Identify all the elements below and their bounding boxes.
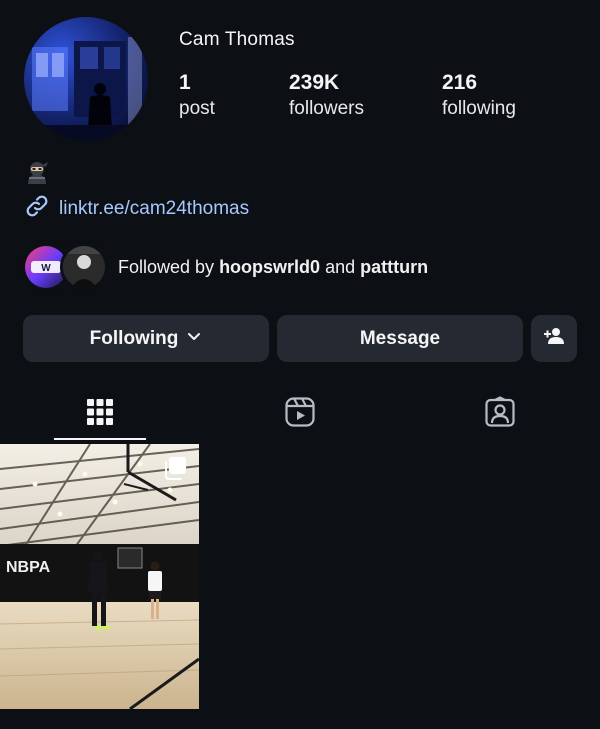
message-button-label: Message [359, 327, 441, 349]
followed-by-user-2[interactable]: pattturn [360, 257, 428, 277]
add-user-icon [542, 324, 566, 354]
post-tile[interactable]: NBPA [0, 444, 199, 709]
followed-by-text: Followed by hoopswrld0 and pattturn [118, 257, 428, 278]
mutual-avatar-pattturn [60, 243, 108, 291]
grid-icon [86, 398, 114, 431]
profile-avatar[interactable] [24, 17, 148, 141]
followers-count[interactable]: 239K followers [289, 70, 364, 122]
ninja-icon [24, 160, 50, 186]
profile-link[interactable]: linktr.ee/cam24thomas [24, 193, 249, 224]
followed-by-prefix: Followed by [118, 256, 215, 277]
suggested-users-button[interactable] [531, 315, 577, 362]
mutual-avatars: W [22, 243, 108, 291]
followed-by-user-1[interactable]: hoopswrld0 [219, 257, 320, 277]
profile-username: Cam Thomas [179, 29, 295, 50]
message-button[interactable]: Message [277, 315, 523, 362]
profile-tabs [0, 388, 600, 440]
tab-tagged[interactable] [454, 388, 546, 440]
followed-by-conjunction: and [325, 256, 356, 277]
tagged-icon [484, 395, 516, 433]
active-tab-indicator [54, 438, 146, 440]
link-icon [24, 193, 50, 224]
carousel-icon [163, 456, 187, 485]
tab-grid[interactable] [54, 388, 146, 440]
reels-icon [284, 396, 316, 433]
following-button-label: Following [89, 327, 179, 349]
profile-actions: Following Message [23, 315, 577, 362]
followed-by[interactable]: W Followed by hoopswrld0 and pattturn [22, 243, 428, 291]
profile-link-text[interactable]: linktr.ee/cam24thomas [59, 198, 249, 220]
posts-count-value: 1 [179, 71, 191, 94]
following-button[interactable]: Following [23, 315, 269, 362]
posts-count: 1 post [179, 70, 215, 122]
chevron-down-icon [186, 328, 202, 350]
post-watermark: NBPA [6, 559, 51, 576]
posts-count-label: post [179, 98, 215, 119]
svg-text:W: W [41, 263, 51, 274]
followers-count-value: 239K [289, 71, 340, 94]
following-count[interactable]: 216 following [442, 70, 516, 122]
tab-reels[interactable] [254, 388, 346, 440]
following-count-label: following [442, 98, 516, 119]
following-count-value: 216 [442, 71, 478, 94]
followers-count-label: followers [289, 98, 364, 119]
